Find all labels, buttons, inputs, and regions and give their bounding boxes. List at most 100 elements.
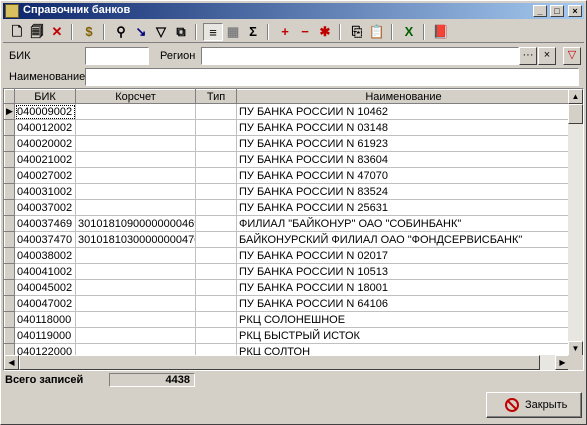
cell-korschet[interactable] xyxy=(75,119,196,136)
cell-type[interactable] xyxy=(195,135,237,152)
cell-bik[interactable]: 040047002 xyxy=(14,295,76,312)
row-indicator[interactable] xyxy=(4,151,15,168)
table-row[interactable]: 040118000 РКЦ СОЛОНЕШНОЕ xyxy=(4,311,571,328)
cell-korschet[interactable] xyxy=(75,327,196,344)
row-indicator[interactable] xyxy=(4,167,15,184)
table-row[interactable]: 040020002 ПУ БАНКА РОССИИ N 61923 xyxy=(4,135,571,152)
cell-bik[interactable]: 040118000 xyxy=(14,311,76,328)
scroll-left-icon[interactable]: ◀ xyxy=(4,355,19,370)
cell-korschet[interactable] xyxy=(75,247,196,264)
cell-type[interactable] xyxy=(195,279,237,296)
cell-name[interactable]: ПУ БАНКА РОССИИ N 47070 xyxy=(236,167,571,184)
new-icon[interactable]: 🗋 xyxy=(7,23,27,41)
filter-icon[interactable]: ▽ xyxy=(151,23,171,41)
row-indicator[interactable] xyxy=(4,295,15,312)
cell-bik[interactable]: 040119000 xyxy=(14,327,76,344)
row-indicator[interactable] xyxy=(4,231,15,248)
cell-name[interactable]: ПУ БАНКА РОССИИ N 64106 xyxy=(236,295,571,312)
cell-name[interactable]: ПУ БАНКА РОССИИ N 83604 xyxy=(236,151,571,168)
excel-icon[interactable]: X xyxy=(399,23,419,41)
cell-bik[interactable]: 040037470 xyxy=(14,231,76,248)
cell-bik[interactable]: 040037469 xyxy=(14,215,76,232)
table-row[interactable]: 040027002 ПУ БАНКА РОССИИ N 47070 xyxy=(4,167,571,184)
cell-name[interactable]: РКЦ БЫСТРЫЙ ИСТОК xyxy=(236,327,571,344)
close-button[interactable]: Закрыть xyxy=(486,392,582,418)
vertical-scroll-thumb[interactable] xyxy=(568,104,583,124)
find-next-icon[interactable]: ↘ xyxy=(131,23,151,41)
cell-korschet[interactable] xyxy=(75,135,196,152)
row-indicator[interactable] xyxy=(4,247,15,264)
cell-bik[interactable]: 040012002 xyxy=(14,119,76,136)
cell-type[interactable] xyxy=(195,247,237,264)
row-indicator[interactable] xyxy=(4,327,15,344)
cell-type[interactable] xyxy=(195,231,237,248)
cell-name[interactable]: ПУ БАНКА РОССИИ N 10462 xyxy=(236,103,571,120)
current-row-indicator-icon[interactable]: ▶ xyxy=(4,103,15,120)
cell-name[interactable]: ПУ БАНКА РОССИИ N 03148 xyxy=(236,119,571,136)
cell-bik[interactable]: 040038002 xyxy=(14,247,76,264)
star-icon[interactable]: ✱ xyxy=(315,23,335,41)
table-row[interactable]: 040037469 30101810900000000469 ФИЛИАЛ "БАЙ… xyxy=(4,215,571,232)
cell-name[interactable]: ПУ БАНКА РОССИИ N 02017 xyxy=(236,247,571,264)
cell-bik[interactable]: 040020002 xyxy=(14,135,76,152)
cell-name[interactable]: ПУ БАНКА РОССИИ N 83524 xyxy=(236,183,571,200)
name-input[interactable] xyxy=(85,68,579,86)
cell-name[interactable]: БАЙКОНУРСКИЙ ФИЛИАЛ ОАО "ФОНДСЕРВИСБАНК" xyxy=(236,231,571,248)
vertical-scrollbar[interactable]: ▲ ▼ xyxy=(568,89,583,356)
column-header-korschet[interactable]: Корсчет xyxy=(75,89,196,104)
money-icon[interactable]: $ xyxy=(79,23,99,41)
cell-korschet[interactable] xyxy=(75,199,196,216)
cell-bik[interactable]: 040037002 xyxy=(14,199,76,216)
cell-bik[interactable]: 040027002 xyxy=(14,167,76,184)
cell-name[interactable]: ФИЛИАЛ "БАЙКОНУР" ОАО "СОБИНБАНК" xyxy=(236,215,571,232)
table-row[interactable]: 040037470 30101810300000000470 БАЙКОНУРСКИ… xyxy=(4,231,571,248)
column-header-bik[interactable]: БИК xyxy=(14,89,76,104)
table-row[interactable]: ▶ 040009002 ПУ БАНКА РОССИИ N 10462 xyxy=(4,103,571,120)
table-row[interactable]: 040119000 РКЦ БЫСТРЫЙ ИСТОК xyxy=(4,327,571,344)
cell-type[interactable] xyxy=(195,167,237,184)
cell-type[interactable] xyxy=(195,119,237,136)
close-window-button[interactable]: × xyxy=(568,5,582,17)
row-indicator[interactable] xyxy=(4,279,15,296)
row-indicator[interactable] xyxy=(4,183,15,200)
cell-korschet[interactable] xyxy=(75,167,196,184)
region-input[interactable] xyxy=(201,47,519,65)
row-indicator[interactable] xyxy=(4,215,15,232)
horizontal-scroll-thumb[interactable] xyxy=(19,355,540,370)
clear-filter-icon[interactable]: ▽ xyxy=(563,47,581,65)
cell-bik[interactable]: 040041002 xyxy=(14,263,76,280)
cell-korschet[interactable] xyxy=(75,279,196,296)
bank-grid[interactable]: БИК Корсчет Тип Наименование ▶ 040009002 П… xyxy=(3,88,584,371)
scroll-up-icon[interactable]: ▲ xyxy=(568,89,583,104)
cell-bik[interactable]: 040045002 xyxy=(14,279,76,296)
delete-icon[interactable]: ✕ xyxy=(47,23,67,41)
horizontal-scrollbar[interactable]: ◀ ▶ xyxy=(4,355,570,370)
cell-bik[interactable]: 040031002 xyxy=(14,183,76,200)
find-icon[interactable]: ⚲ xyxy=(111,23,131,41)
column-header-type[interactable]: Тип xyxy=(195,89,237,104)
row-indicator[interactable] xyxy=(4,199,15,216)
bik-input[interactable] xyxy=(85,47,149,65)
maximize-button[interactable]: □ xyxy=(550,5,564,17)
column-header-name[interactable]: Наименование xyxy=(236,89,571,104)
paste-icon[interactable]: 📋 xyxy=(367,23,387,41)
cell-bik[interactable]: 040021002 xyxy=(14,151,76,168)
cell-bik[interactable]: 040009002 xyxy=(14,103,76,120)
filter-doc-icon[interactable]: ⧉ xyxy=(171,23,191,41)
sum-icon[interactable]: Σ xyxy=(243,23,263,41)
table-row[interactable]: 040021002 ПУ БАНКА РОССИИ N 83604 xyxy=(4,151,571,168)
cell-korschet[interactable] xyxy=(75,103,196,120)
cell-name[interactable]: ПУ БАНКА РОССИИ N 10513 xyxy=(236,263,571,280)
region-clear-button[interactable]: × xyxy=(538,47,556,65)
add-icon[interactable]: + xyxy=(275,23,295,41)
sort-icon[interactable]: ≡ xyxy=(203,23,223,41)
cell-type[interactable] xyxy=(195,183,237,200)
region-browse-button[interactable]: ··· xyxy=(519,47,537,65)
book-icon[interactable]: 📕 xyxy=(431,23,451,41)
cell-korschet[interactable] xyxy=(75,151,196,168)
minimize-button[interactable]: _ xyxy=(533,5,547,17)
copy-doc-icon[interactable]: 🗐 xyxy=(27,23,47,41)
copy-icon[interactable]: ⎘ xyxy=(347,23,367,41)
table-row[interactable]: 040037002 ПУ БАНКА РОССИИ N 25631 xyxy=(4,199,571,216)
cell-type[interactable] xyxy=(195,311,237,328)
